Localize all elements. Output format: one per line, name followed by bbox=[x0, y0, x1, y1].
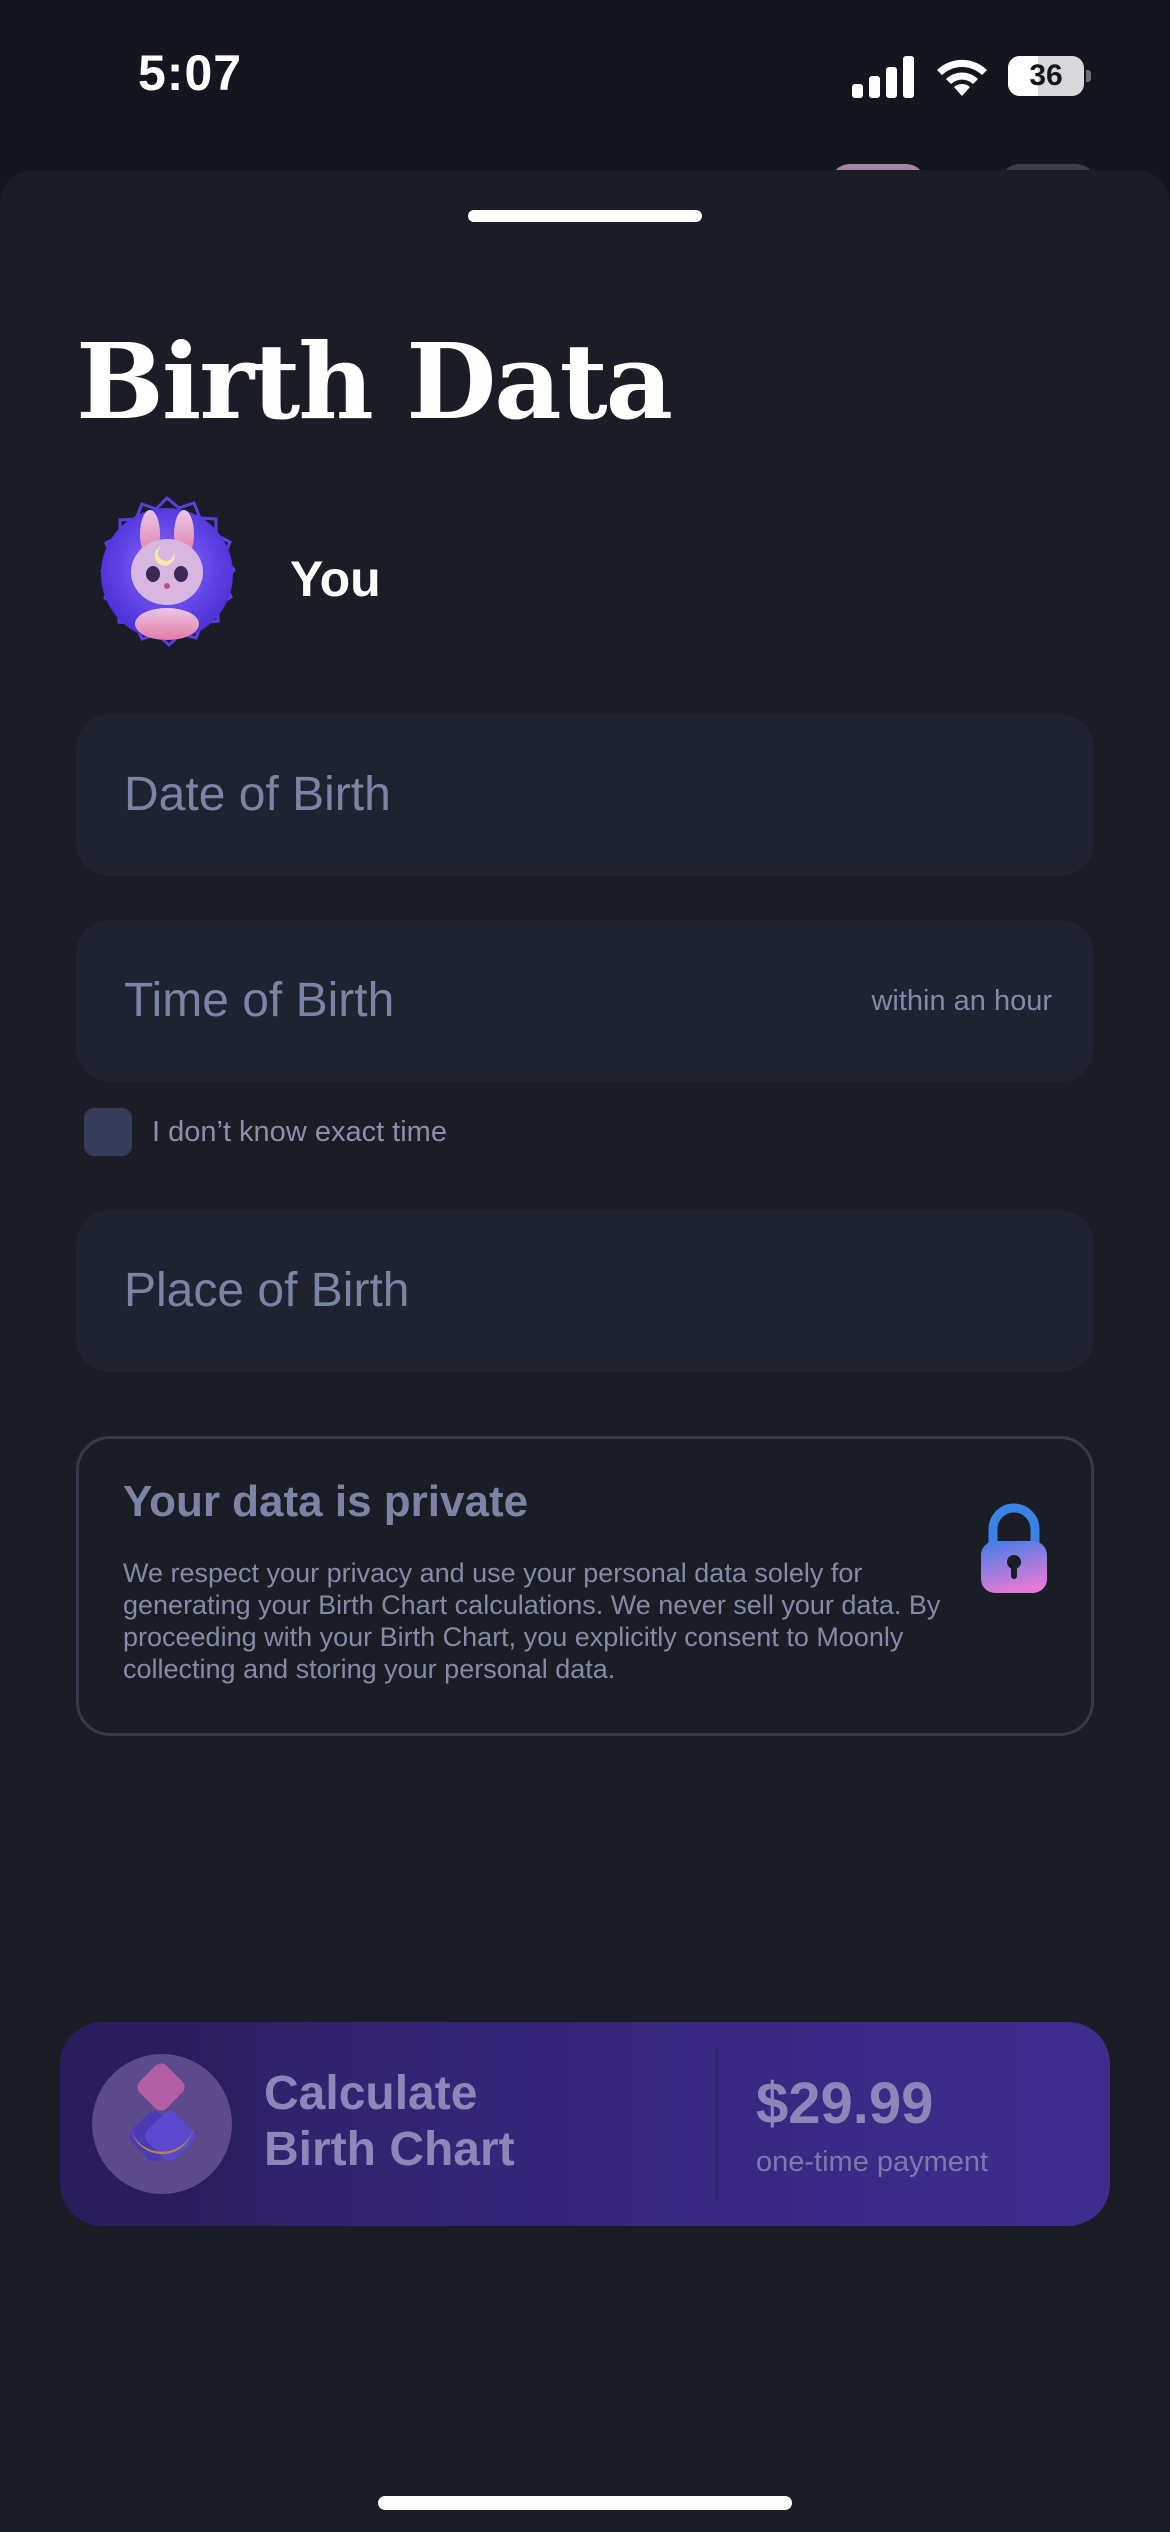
date-of-birth-field[interactable]: Date of Birth bbox=[76, 714, 1094, 876]
cta-price: $29.99 bbox=[756, 2071, 934, 2136]
place-of-birth-label: Place of Birth bbox=[124, 1264, 410, 1317]
home-indicator bbox=[378, 2496, 792, 2510]
unknown-time-checkbox[interactable] bbox=[84, 1108, 132, 1156]
privacy-title: Your data is private bbox=[123, 1477, 529, 1526]
place-of-birth-field[interactable]: Place of Birth bbox=[76, 1210, 1094, 1372]
bunny-avatar-icon[interactable] bbox=[76, 482, 258, 664]
cta-price-note: one-time payment bbox=[756, 2146, 989, 2178]
privacy-notice: Your data is private We respect your pri… bbox=[76, 1436, 1094, 1736]
cellular-signal-icon bbox=[852, 56, 914, 98]
lock-icon bbox=[981, 1503, 1047, 1593]
cta-divider bbox=[716, 2048, 718, 2200]
cta-label: Calculate Birth Chart bbox=[264, 2066, 515, 2178]
calculate-birth-chart-button[interactable]: Calculate Birth Chart $29.99 one-time pa… bbox=[60, 2022, 1110, 2226]
cta-label-line1: Calculate bbox=[264, 2067, 478, 2120]
screen: 5:07 36 Birth Data You Date of Birth Tim… bbox=[0, 0, 1170, 2532]
page-title: Birth Data bbox=[76, 320, 673, 443]
date-of-birth-label: Date of Birth bbox=[124, 768, 391, 821]
time-of-birth-field[interactable]: Time of Birth within an hour bbox=[76, 920, 1094, 1082]
battery-icon: 36 bbox=[1008, 56, 1091, 96]
status-bar: 5:07 36 bbox=[0, 0, 1170, 160]
battery-tip bbox=[1086, 70, 1091, 82]
wifi-icon bbox=[937, 59, 987, 96]
sheet-grabber[interactable] bbox=[468, 210, 702, 222]
time-of-birth-label: Time of Birth bbox=[124, 974, 395, 1027]
time-of-birth-hint: within an hour bbox=[871, 985, 1052, 1017]
privacy-body: We respect your privacy and use your per… bbox=[123, 1558, 941, 1684]
profile-name: You bbox=[290, 551, 381, 607]
battery-level: 36 bbox=[1029, 59, 1063, 92]
cta-label-line2: Birth Chart bbox=[264, 2123, 515, 2176]
status-time: 5:07 bbox=[138, 45, 243, 101]
birth-chart-icon bbox=[92, 2054, 232, 2194]
unknown-time-label[interactable]: I don’t know exact time bbox=[152, 1116, 447, 1149]
